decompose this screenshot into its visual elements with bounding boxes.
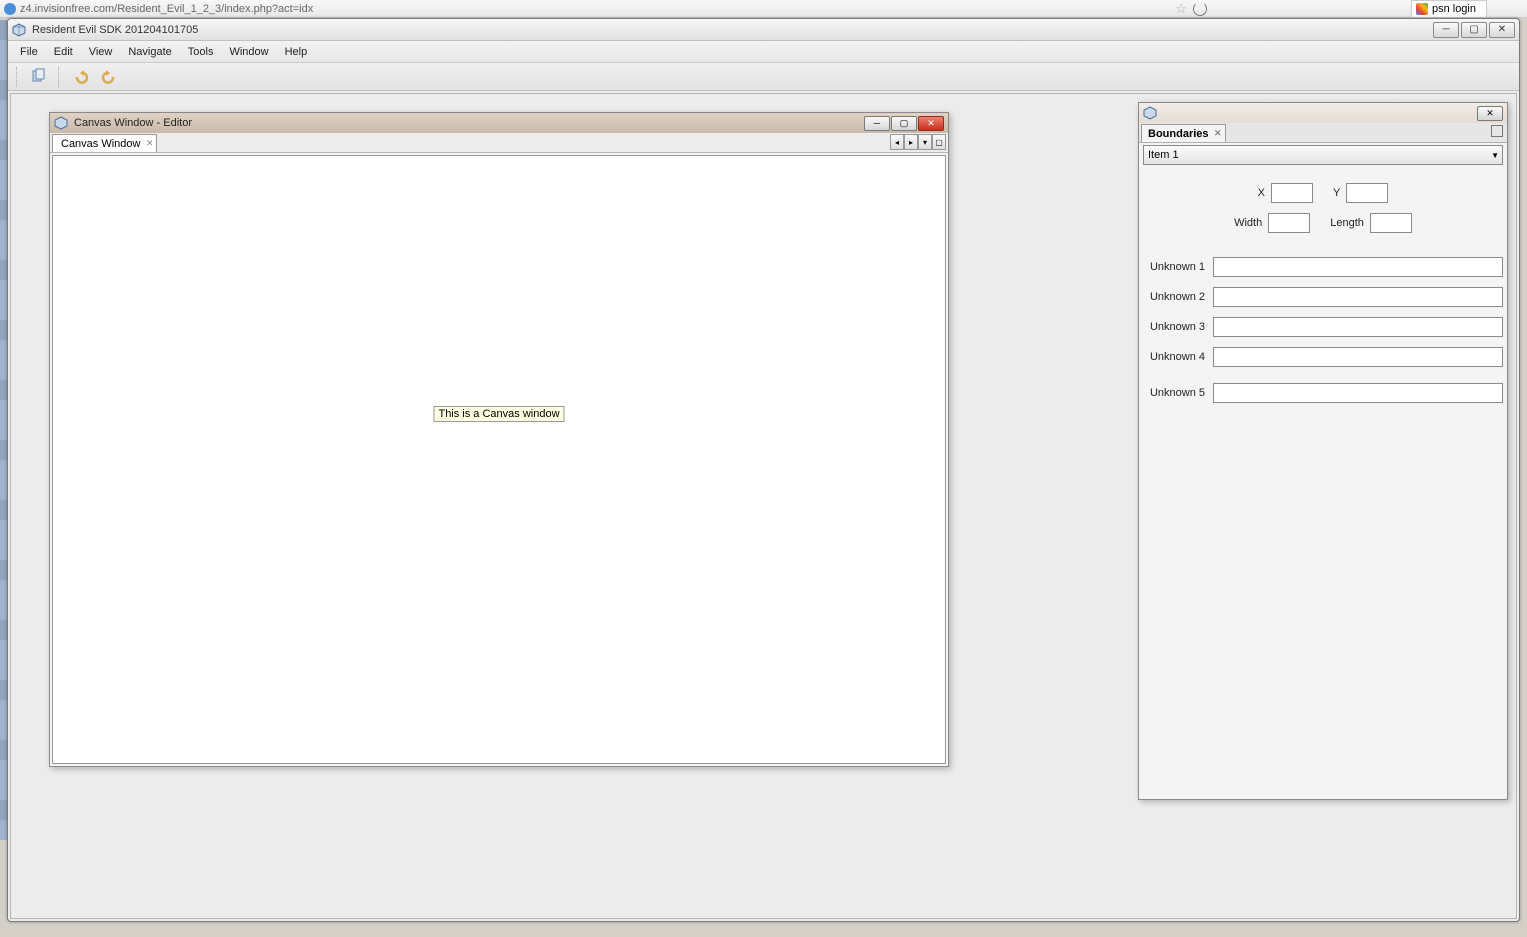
browser-tab-secondary-label: psn login [1432,3,1476,15]
length-label: Length [1330,217,1364,229]
google-favicon-icon [1416,3,1428,15]
menu-file[interactable]: File [12,44,46,60]
canvas-window-titlebar[interactable]: Canvas Window - Editor ─ ▢ ✕ [50,113,948,133]
toolbar-separator [58,67,62,87]
unknown-4-input[interactable] [1213,347,1503,367]
boundaries-panel: ✕ Boundaries ✕ Item 1 ▼ X [1138,102,1508,800]
item-dropdown-value: Item 1 [1148,149,1179,161]
app-title: Resident Evil SDK 201204101705 [32,24,198,36]
canvas-maximize-button[interactable]: ▢ [891,116,917,131]
maximize-button[interactable]: ▢ [1461,22,1487,38]
canvas-editor-window: Canvas Window - Editor ─ ▢ ✕ Canvas Wind… [49,112,949,767]
canvas-tab[interactable]: Canvas Window ✕ [52,134,157,152]
canvas-close-button[interactable]: ✕ [918,116,944,131]
canvas-tab-close-icon[interactable]: ✕ [146,138,154,149]
x-label: X [1258,187,1265,199]
canvas-placeholder-label: This is a Canvas window [433,406,564,422]
boundaries-tab[interactable]: Boundaries ✕ [1141,124,1226,142]
boundaries-tab-restore-icon[interactable] [1491,125,1503,137]
menu-navigate[interactable]: Navigate [120,44,179,60]
menu-view[interactable]: View [81,44,121,60]
browser-tab-secondary[interactable]: psn login [1411,0,1487,17]
bookmark-star-icon[interactable]: ☆ [1175,1,1187,17]
toolbar-grip-icon [16,67,20,87]
reload-icon[interactable] [1193,2,1207,16]
boundaries-tab-bar: Boundaries ✕ [1139,123,1507,143]
boundaries-window-icon [1143,106,1157,120]
unknown-1-input[interactable] [1213,257,1503,277]
tab-nav-restore-button[interactable]: ▢ [932,134,946,150]
menu-bar: File Edit View Navigate Tools Window Hel… [8,41,1519,63]
unknown-3-label: Unknown 3 [1143,321,1205,333]
tab-nav-dropdown-button[interactable]: ▾ [918,134,932,150]
canvas-window-title: Canvas Window - Editor [74,117,192,129]
item-dropdown[interactable]: Item 1 ▼ [1143,145,1503,165]
chevron-down-icon: ▼ [1491,151,1499,160]
menu-edit[interactable]: Edit [46,44,81,60]
menu-window[interactable]: Window [221,44,276,60]
app-window: Resident Evil SDK 201204101705 ─ ▢ ✕ Fil… [7,18,1520,922]
y-input[interactable] [1346,183,1388,203]
unknown-1-label: Unknown 1 [1143,261,1205,273]
menu-help[interactable]: Help [277,44,316,60]
background-window-edge [0,20,7,840]
browser-tab-strip: z4.invisionfree.com/Resident_Evil_1_2_3/… [0,0,1527,18]
unknown-5-label: Unknown 5 [1143,387,1205,399]
canvas-tab-bar: Canvas Window ✕ ◂ ▸ ▾ ▢ [50,133,948,153]
canvas-content-area[interactable]: This is a Canvas window [52,155,946,764]
redo-button[interactable] [98,66,120,88]
mdi-workspace: Canvas Window - Editor ─ ▢ ✕ Canvas Wind… [10,93,1517,919]
boundaries-tab-label: Boundaries [1148,128,1209,140]
width-input[interactable] [1268,213,1310,233]
unknown-2-input[interactable] [1213,287,1503,307]
app-titlebar: Resident Evil SDK 201204101705 ─ ▢ ✕ [8,19,1519,41]
x-input[interactable] [1271,183,1313,203]
canvas-minimize-button[interactable]: ─ [864,116,890,131]
unknown-2-label: Unknown 2 [1143,291,1205,303]
boundaries-titlebar[interactable]: ✕ [1139,103,1507,123]
boundaries-tab-close-icon[interactable]: ✕ [1214,128,1222,139]
copy-button[interactable] [28,66,50,88]
browser-url: z4.invisionfree.com/Resident_Evil_1_2_3/… [20,3,313,15]
unknown-5-input[interactable] [1213,383,1503,403]
tab-nav-next-button[interactable]: ▸ [904,134,918,150]
tab-nav-prev-button[interactable]: ◂ [890,134,904,150]
y-label: Y [1333,187,1340,199]
undo-button[interactable] [70,66,92,88]
minimize-button[interactable]: ─ [1433,22,1459,38]
close-button[interactable]: ✕ [1489,22,1515,38]
boundaries-close-button[interactable]: ✕ [1477,106,1503,121]
toolbar [8,63,1519,91]
menu-tools[interactable]: Tools [180,44,222,60]
width-label: Width [1234,217,1262,229]
boundaries-body: Item 1 ▼ X Y Width [1143,145,1503,795]
app-icon [12,23,26,37]
canvas-tab-label: Canvas Window [61,138,140,150]
unknown-3-input[interactable] [1213,317,1503,337]
unknown-4-label: Unknown 4 [1143,351,1205,363]
length-input[interactable] [1370,213,1412,233]
favicon-icon [4,3,16,15]
canvas-window-icon [54,116,68,130]
